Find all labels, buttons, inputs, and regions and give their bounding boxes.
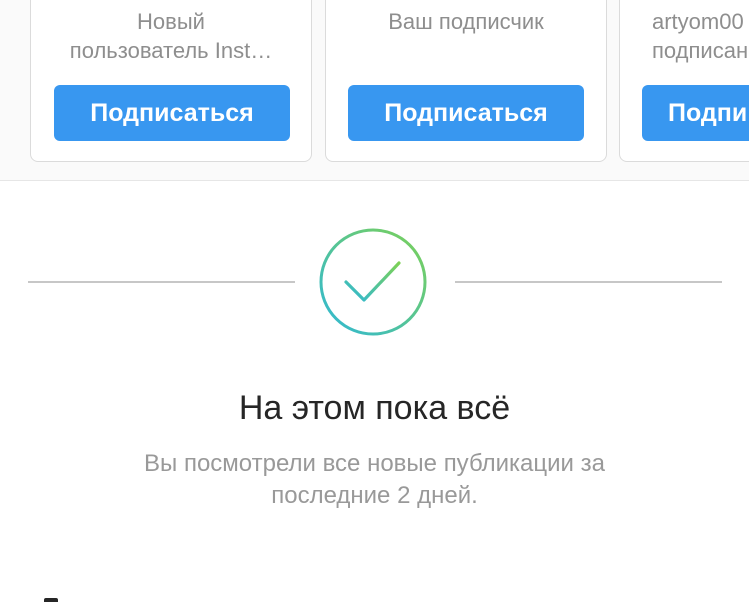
suggestion-reason: artyom00 подписан xyxy=(652,7,749,65)
caught-up-subtitle: Вы посмотрели все новые публикации за по… xyxy=(60,448,689,512)
left-divider xyxy=(28,281,295,283)
suggested-accounts-strip: Новый пользователь Inst… Подписаться Ваш… xyxy=(0,0,749,181)
suggestion-reason-line: artyom00 xyxy=(652,9,744,34)
suggestion-card: artyom00 подписан Подпи xyxy=(619,0,749,162)
follow-button[interactable]: Подписаться xyxy=(54,85,290,141)
suggestion-reason-line: Ваш подписчик xyxy=(388,9,544,34)
caught-up-subtitle-line: последние 2 дней. xyxy=(271,482,478,509)
suggestion-card: Ваш подписчик Подписаться xyxy=(325,0,607,162)
suggestion-card: Новый пользователь Inst… Подписаться xyxy=(30,0,312,162)
caught-up-title: На этом пока всё xyxy=(238,389,511,427)
follow-button[interactable]: Подписаться xyxy=(348,85,584,141)
partial-element xyxy=(44,598,58,602)
suggestion-reason: Новый пользователь Inst… xyxy=(31,7,311,65)
caught-up-subtitle-line: Вы посмотрели все новые публикации за xyxy=(144,450,605,477)
checkmark-circle-icon xyxy=(318,227,428,337)
suggestion-reason: Ваш подписчик xyxy=(326,7,606,36)
suggestion-reason-line: пользователь Inst… xyxy=(69,38,273,63)
suggestion-reason-line: подписан xyxy=(652,38,749,63)
follow-button[interactable]: Подпи xyxy=(642,85,749,141)
right-divider xyxy=(455,281,722,283)
suggestion-reason-line: Новый xyxy=(137,9,205,34)
